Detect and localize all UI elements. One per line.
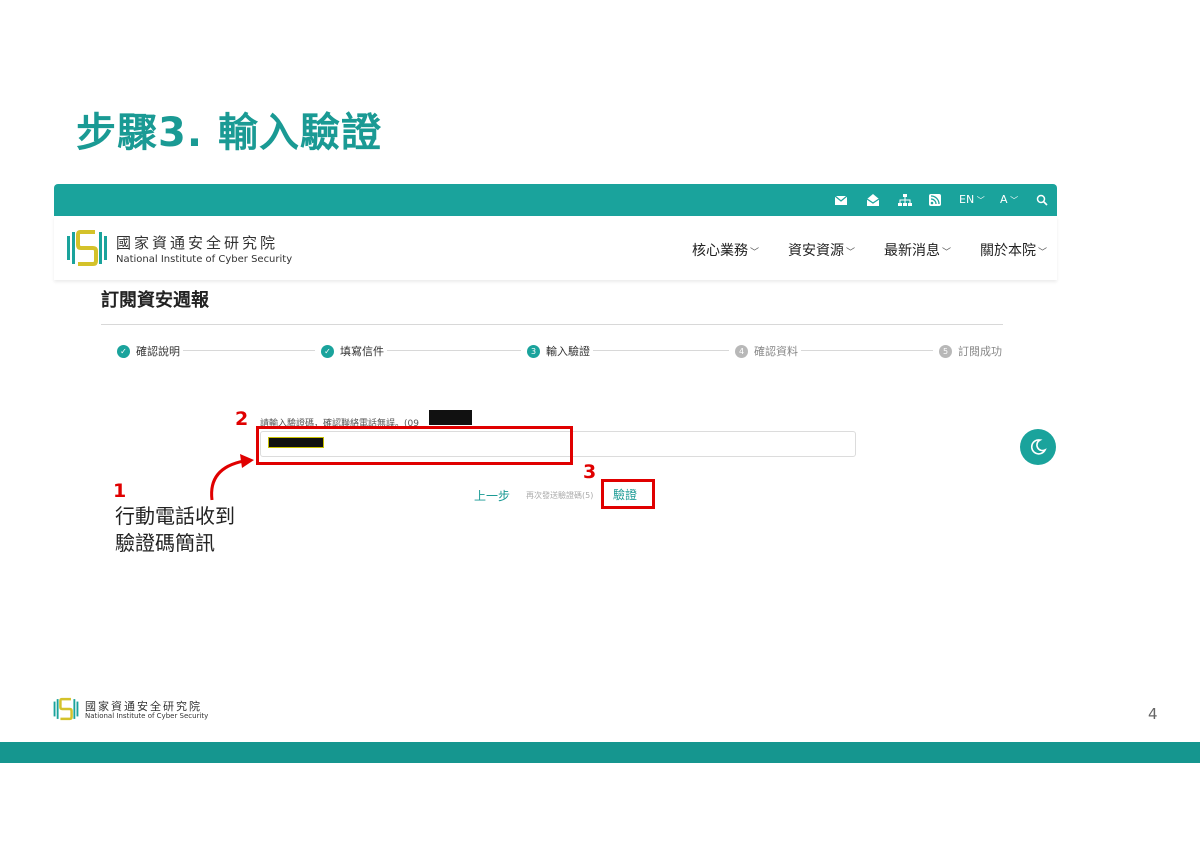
chevron-down-icon: ﹀ [974,196,985,205]
chevron-down-icon: ﹀ [1007,196,1019,205]
step-fill-email: ✓ 填寫信件 [321,343,384,359]
step-label: 確認說明 [136,345,180,358]
chevron-down-icon: ﹀ [750,248,760,258]
footer-org-en: National Institute of Cyber Security [85,712,209,720]
step-label: 確認資料 [754,345,798,358]
step-confirm-data: 4 確認資料 [735,343,798,359]
chevron-down-icon: ﹀ [846,248,856,258]
annotation-box-2 [256,426,573,465]
moon-icon [1030,439,1047,455]
step-label: 訂閱成功 [958,345,1002,358]
page-heading: 訂閱資安週報 [101,290,209,311]
font-size-selector[interactable]: A ﹀ [1000,192,1018,208]
chevron-down-icon: ﹀ [942,248,952,258]
stepper-connector [183,350,315,351]
sitemap-icon[interactable] [898,192,912,208]
check-icon: ✓ [117,344,130,358]
previous-step-button[interactable]: 上一步 [474,487,510,504]
nav-latest-news[interactable]: 最新消息 ﹀ [884,240,951,260]
slide-title: 步驟3. 輸入驗證 [76,110,382,156]
redacted-phone [429,410,472,425]
nav-about[interactable]: 關於本院 ﹀ [980,240,1047,260]
rss-icon[interactable] [929,192,941,208]
step-label: 填寫信件 [340,345,384,358]
progress-stepper: ✓ 確認說明 ✓ 填寫信件 3 輸入驗證 4 確認資料 5 訂閱成功 [117,343,1002,359]
annotation-number-3: 3 [583,461,597,483]
step-subscribe-success: 5 訂閱成功 [939,343,1002,359]
nav-label: 關於本院 [980,243,1036,259]
step-confirm-info: ✓ 確認說明 [117,343,180,359]
mail-open-icon[interactable] [866,192,880,208]
footer-logo [53,697,79,721]
stepper-connector [801,350,933,351]
stepper-connector [593,350,729,351]
note-line: 驗證碼簡訊 [115,531,215,555]
nav-label: 資安資源 [788,243,844,259]
mail-icon[interactable] [834,192,848,208]
footer-bar [0,742,1200,763]
org-name-en: National Institute of Cyber Security [116,254,293,265]
utility-bar: EN ﹀ A ﹀ [54,184,1057,216]
search-icon[interactable] [1036,192,1048,208]
chevron-down-icon: ﹀ [1038,248,1048,258]
step-number: 4 [735,344,748,358]
org-name-zh: 國家資通安全研究院 [116,234,279,252]
annotation-number-1: 1 [113,480,127,502]
step-number: 3 [527,344,540,358]
annotation-note: 行動電話收到 驗證碼簡訊 [115,503,235,557]
step-enter-verification: 3 輸入驗證 [527,343,590,359]
nav-core-business[interactable]: 核心業務 ﹀ [692,240,759,260]
page-number: 4 [1148,705,1158,723]
annotation-box-3 [601,479,655,509]
nav-security-resources[interactable]: 資安資源 ﹀ [788,240,855,260]
nav-label: 核心業務 [692,243,748,259]
curved-arrow-icon [210,454,254,501]
dark-mode-toggle[interactable] [1020,429,1056,465]
step-label: 輸入驗證 [546,345,590,358]
language-label: EN [959,193,975,206]
nics-logo[interactable] [66,226,108,270]
language-selector[interactable]: EN ﹀ [959,192,985,208]
step-number: 5 [939,344,952,358]
annotation-number-2: 2 [235,408,249,430]
divider [101,324,1003,325]
stepper-connector [387,350,521,351]
site-header: 國家資通安全研究院 National Institute of Cyber Se… [54,216,1057,280]
resend-code-button[interactable]: 再次發送驗證碼(5) [526,490,593,501]
check-icon: ✓ [321,344,334,358]
note-line: 行動電話收到 [115,504,235,528]
font-size-label: A [1000,193,1008,206]
nav-label: 最新消息 [884,243,940,259]
